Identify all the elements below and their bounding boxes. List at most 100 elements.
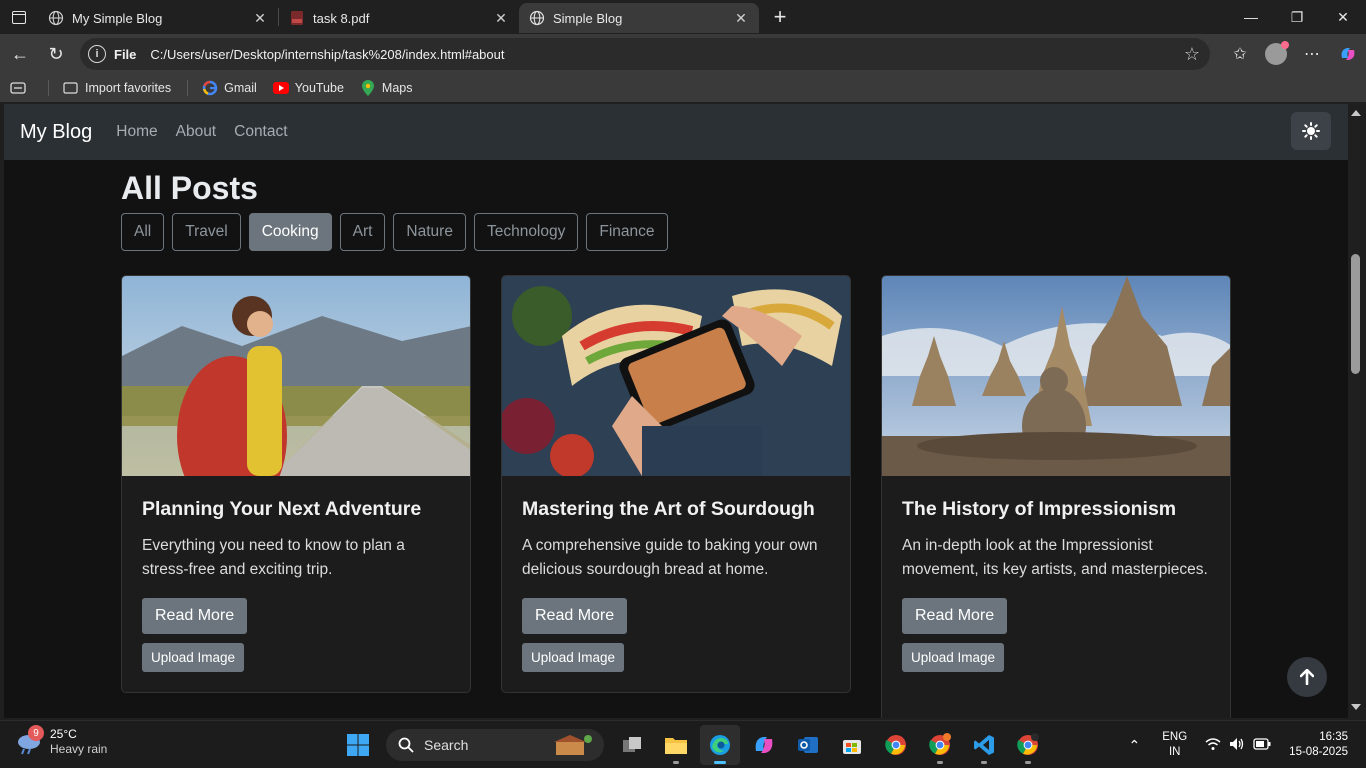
page-scrollbar[interactable] [1348, 104, 1366, 718]
taskbar-search[interactable]: Search [386, 729, 604, 761]
close-window-icon[interactable]: ✕ [1320, 0, 1366, 34]
vscode-icon[interactable] [964, 725, 1004, 765]
sun-icon [1302, 122, 1320, 140]
url-text[interactable]: C:/Users/user/Desktop/internship/task%20… [150, 47, 504, 62]
browser-toolbar: ← ↻ i File C:/Users/user/Desktop/interns… [0, 34, 1366, 74]
post-image-tacos [502, 276, 850, 476]
bookmark-label: Gmail [224, 81, 257, 95]
copilot-app-icon[interactable] [744, 725, 784, 765]
filter-all[interactable]: All [121, 213, 165, 251]
system-tray: ⌃ ENG IN 16:35 15-08-2025 [1129, 721, 1366, 768]
chrome-dev-icon[interactable] [1008, 725, 1048, 765]
google-icon [202, 80, 218, 96]
upload-image-button[interactable]: Upload Image [522, 643, 625, 672]
window-controls: — ❐ ✕ [1228, 0, 1366, 34]
site-brand[interactable]: My Blog [20, 121, 92, 144]
chrome-profile-icon[interactable] [920, 725, 960, 765]
scroll-down-arrow-icon[interactable] [1351, 704, 1361, 710]
filter-art[interactable]: Art [339, 213, 386, 251]
sidebar-toggle-icon[interactable] [10, 80, 32, 96]
bookmark-youtube[interactable]: YouTube [272, 80, 344, 96]
filter-cooking[interactable]: Cooking [248, 213, 332, 251]
tab-actions-icon[interactable] [0, 0, 38, 34]
volume-icon[interactable] [1229, 737, 1245, 754]
bookmark-gmail[interactable]: Gmail [202, 80, 257, 96]
upload-image-button[interactable]: Upload Image [142, 643, 245, 672]
globe-icon [529, 10, 545, 26]
search-highlight-icon [554, 735, 592, 755]
nav-link-about[interactable]: About [176, 123, 217, 141]
wifi-icon[interactable] [1205, 737, 1221, 754]
address-bar[interactable]: i File C:/Users/user/Desktop/internship/… [80, 38, 1210, 70]
post-card: Mastering the Art of Sourdough A compreh… [501, 275, 851, 693]
browser-tab-2[interactable]: task 8.pdf ✕ [279, 3, 519, 33]
chrome-icon[interactable] [876, 725, 916, 765]
bookmark-maps[interactable]: Maps [360, 80, 413, 96]
browser-tab-1[interactable]: My Simple Blog ✕ [38, 3, 278, 33]
nav-link-contact[interactable]: Contact [234, 123, 287, 141]
read-more-button[interactable]: Read More [142, 598, 248, 634]
post-title[interactable]: Mastering the Art of Sourdough [522, 498, 830, 521]
scrollbar-thumb[interactable] [1351, 254, 1360, 374]
microsoft-store-icon[interactable] [832, 725, 872, 765]
edge-browser-icon[interactable] [700, 725, 740, 765]
scroll-up-arrow-icon[interactable] [1351, 110, 1361, 116]
read-more-button[interactable]: Read More [902, 598, 1008, 634]
weather-badge: 9 [28, 725, 44, 741]
bookmark-label: Import favorites [85, 81, 172, 95]
weather-condition: Heavy rain [50, 742, 108, 756]
bookmarks-bar: Import favorites Gmail YouTube Maps [0, 74, 1366, 102]
post-card: Planning Your Next Adventure Everything … [121, 275, 471, 693]
language-indicator[interactable]: ENG IN [1162, 730, 1187, 760]
weather-temp: 25°C [50, 727, 77, 741]
browser-tab-3-active[interactable]: Simple Blog ✕ [519, 3, 759, 33]
post-description: A comprehensive guide to baking your own… [522, 537, 818, 578]
filter-travel[interactable]: Travel [172, 213, 241, 251]
star-icon[interactable]: ☆ [1184, 44, 1200, 65]
profile-avatar[interactable] [1265, 41, 1289, 65]
post-description: Everything you need to know to plan a st… [142, 537, 405, 578]
close-tab-icon[interactable]: ✕ [733, 10, 749, 26]
post-card: The History of Impressionism An in-depth… [881, 275, 1231, 718]
filter-technology[interactable]: Technology [473, 213, 579, 251]
filter-nature[interactable]: Nature [393, 213, 466, 251]
theme-toggle-button[interactable] [1291, 112, 1331, 150]
site-navbar: My Blog Home About Contact [4, 104, 1348, 160]
filter-finance[interactable]: Finance [586, 213, 668, 251]
favorites-icon[interactable]: ✩ [1222, 36, 1258, 72]
outlook-icon[interactable] [788, 725, 828, 765]
restore-icon[interactable]: ❐ [1274, 0, 1320, 34]
show-hidden-icons-chevron-icon[interactable]: ⌃ [1129, 737, 1141, 754]
info-icon[interactable]: i [88, 45, 106, 63]
taskbar-clock[interactable]: 16:35 15-08-2025 [1289, 730, 1348, 760]
scroll-to-top-button[interactable] [1287, 657, 1327, 697]
lang-line1: ENG [1162, 731, 1188, 743]
windows-start-icon[interactable] [338, 725, 378, 765]
battery-icon[interactable] [1253, 737, 1271, 753]
lang-line2: IN [1168, 746, 1181, 758]
more-menu-icon[interactable]: ⋯ [1294, 36, 1330, 72]
read-more-button[interactable]: Read More [522, 598, 628, 634]
rain-cloud-icon: 9 [16, 725, 44, 755]
task-view-icon[interactable] [612, 725, 652, 765]
scheme-label: File [114, 46, 137, 62]
back-icon[interactable]: ← [2, 36, 38, 72]
bookmark-import-favorites[interactable]: Import favorites [63, 80, 171, 96]
minimize-icon[interactable]: — [1228, 0, 1274, 34]
tab-title: Simple Blog [553, 10, 623, 26]
post-title[interactable]: Planning Your Next Adventure [142, 498, 450, 521]
refresh-icon[interactable]: ↻ [38, 36, 74, 72]
page-title: All Posts [121, 170, 258, 206]
upload-image-button[interactable]: Upload Image [902, 643, 1005, 672]
weather-widget[interactable]: 9 25°C Heavy rain [16, 725, 108, 757]
post-image-temple [882, 276, 1230, 476]
close-tab-icon[interactable]: ✕ [252, 10, 268, 26]
tab-title: task 8.pdf [313, 10, 370, 26]
new-tab-icon[interactable]: + [763, 2, 797, 32]
nav-link-home[interactable]: Home [116, 123, 157, 141]
post-title[interactable]: The History of Impressionism [902, 498, 1210, 521]
file-explorer-icon[interactable] [656, 725, 696, 765]
copilot-icon[interactable] [1330, 36, 1366, 72]
clock-time: 16:35 [1319, 731, 1348, 743]
close-tab-icon[interactable]: ✕ [493, 10, 509, 26]
